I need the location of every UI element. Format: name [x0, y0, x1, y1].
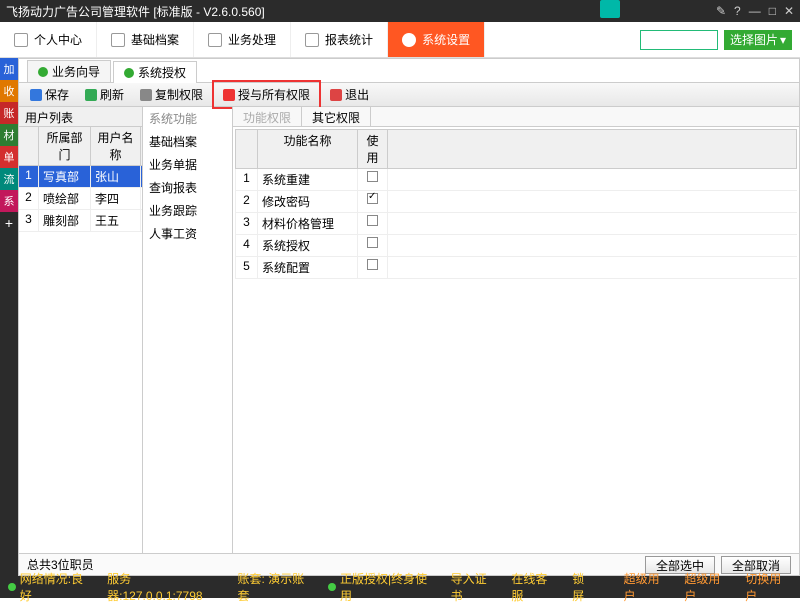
- func-row[interactable]: 2修改密码: [235, 191, 797, 213]
- exit-button[interactable]: 退出: [323, 83, 376, 106]
- online-support[interactable]: 在线客服: [511, 570, 558, 604]
- subtab-func[interactable]: 功能权限: [233, 107, 302, 126]
- nav-business[interactable]: 业务处理: [194, 22, 291, 57]
- user-row[interactable]: 1写真部张山: [19, 166, 142, 188]
- nav-stats[interactable]: 报表统计: [291, 22, 388, 57]
- minimize-icon[interactable]: —: [749, 4, 761, 18]
- skin-icon[interactable]: ✎: [716, 4, 726, 18]
- sidebar: 加 收 账 材 单 流 系 +: [0, 58, 18, 576]
- function-tree: 系统功能 基础档案 业务单据 查询报表 业务跟踪 人事工资: [143, 107, 233, 553]
- search-input[interactable]: [640, 30, 718, 50]
- exit-icon: [330, 89, 342, 101]
- super-user-l: 超级用户: [624, 570, 671, 604]
- refresh-icon: [85, 89, 97, 101]
- switch-user[interactable]: 切换用户: [745, 570, 792, 604]
- checkbox[interactable]: [367, 215, 378, 226]
- tab-auth[interactable]: 系统授权: [113, 61, 197, 83]
- net-status: 网络情况:良好: [8, 570, 93, 604]
- tree-item[interactable]: 基础档案: [143, 130, 232, 153]
- grant-all-button[interactable]: 授与所有权限: [216, 83, 317, 106]
- server-status: 服务器:127.0.0.1:7798: [107, 570, 223, 604]
- auth-icon: [124, 68, 134, 78]
- check-icon: [328, 583, 336, 591]
- copy-icon: [140, 89, 152, 101]
- close-icon[interactable]: ✕: [784, 4, 794, 18]
- user-row[interactable]: 3雕刻部王五: [19, 210, 142, 232]
- gear-icon: [402, 33, 416, 47]
- account-status: 账套: 演示账套: [238, 570, 315, 604]
- lock-screen[interactable]: 锁屏: [572, 570, 595, 604]
- user-row[interactable]: 2喷绘部李四: [19, 188, 142, 210]
- nav-personal[interactable]: 个人中心: [0, 22, 97, 57]
- nav-settings[interactable]: 系统设置: [388, 22, 485, 57]
- checkbox[interactable]: [367, 259, 378, 270]
- side-material[interactable]: 材: [0, 124, 18, 146]
- save-icon: [30, 89, 42, 101]
- refresh-button[interactable]: 刷新: [78, 83, 131, 106]
- side-account[interactable]: 账: [0, 102, 18, 124]
- user-list-title: 用户列表: [19, 107, 142, 127]
- tree-item[interactable]: 查询报表: [143, 176, 232, 199]
- dropdown-icon: ▾: [780, 33, 786, 47]
- user-icon: [14, 33, 28, 47]
- user-table-header: 所属部门用户名称: [19, 127, 142, 166]
- tab-guide[interactable]: 业务向导: [27, 60, 111, 82]
- side-order[interactable]: 单: [0, 146, 18, 168]
- guide-icon: [38, 67, 48, 77]
- checkbox[interactable]: [367, 171, 378, 182]
- highlight-annotation: 授与所有权限: [212, 80, 321, 109]
- nav-basic[interactable]: 基础档案: [97, 22, 194, 57]
- tree-item[interactable]: 人事工资: [143, 222, 232, 245]
- side-receive[interactable]: 收: [0, 80, 18, 102]
- grant-icon: [223, 89, 235, 101]
- func-row[interactable]: 4系统授权: [235, 235, 797, 257]
- archive-icon: [111, 33, 125, 47]
- checkbox[interactable]: [367, 237, 378, 248]
- func-table-header: 功能名称使用: [235, 129, 797, 169]
- mobile-icon[interactable]: [600, 0, 620, 18]
- subtab-other[interactable]: 其它权限: [302, 107, 371, 126]
- help-icon[interactable]: ?: [734, 4, 741, 18]
- tree-root[interactable]: 系统功能: [143, 107, 232, 130]
- checkbox[interactable]: [367, 193, 378, 204]
- maximize-icon[interactable]: □: [769, 4, 776, 18]
- net-dot-icon: [8, 583, 16, 591]
- side-plus[interactable]: +: [0, 212, 18, 234]
- super-user-r: 超级用户: [684, 570, 731, 604]
- tree-item[interactable]: 业务单据: [143, 153, 232, 176]
- tree-item[interactable]: 业务跟踪: [143, 199, 232, 222]
- import-cert[interactable]: 导入证书: [451, 570, 498, 604]
- side-add[interactable]: 加: [0, 58, 18, 80]
- side-flow[interactable]: 流: [0, 168, 18, 190]
- side-sys[interactable]: 系: [0, 190, 18, 212]
- license-status: 正版授权|终身使用: [328, 570, 436, 604]
- save-button[interactable]: 保存: [23, 83, 76, 106]
- func-row[interactable]: 3材料价格管理: [235, 213, 797, 235]
- func-row[interactable]: 1系统重建: [235, 169, 797, 191]
- doc-icon: [208, 33, 222, 47]
- func-row[interactable]: 5系统配置: [235, 257, 797, 279]
- select-pic-button[interactable]: 选择图片▾: [724, 30, 792, 50]
- chart-icon: [305, 33, 319, 47]
- copy-perm-button[interactable]: 复制权限: [133, 83, 210, 106]
